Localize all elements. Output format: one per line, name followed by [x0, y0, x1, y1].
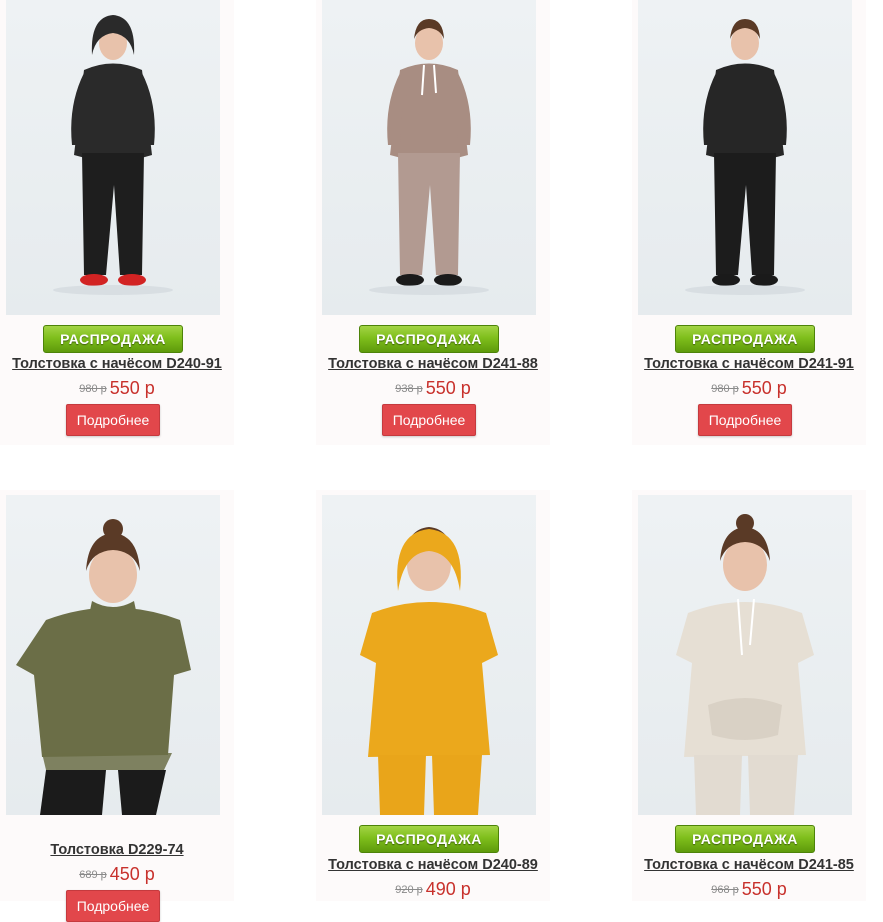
current-price: 490 р	[425, 879, 471, 899]
price-block: 689 р 450 р	[0, 864, 234, 885]
product-photo[interactable]	[6, 495, 220, 815]
old-price: 980 р	[711, 383, 739, 395]
details-button[interactable]: Подробнее	[66, 890, 160, 922]
product-photo[interactable]	[322, 495, 536, 815]
product-image	[6, 495, 220, 815]
product-image	[6, 0, 220, 315]
details-button[interactable]: Подробнее	[698, 404, 792, 436]
current-price: 550 р	[741, 879, 787, 899]
product-card: РАСПРОДАЖА Толстовка с начёсом D241-91 9…	[632, 0, 866, 445]
product-image	[638, 0, 852, 315]
current-price: 450 р	[109, 864, 155, 884]
details-button[interactable]: Подробнее	[382, 404, 476, 436]
old-price: 938 р	[395, 383, 423, 395]
product-card: РАСПРОДАЖА Толстовка с начёсом D241-85 9…	[632, 490, 866, 901]
current-price: 550 р	[109, 378, 155, 398]
product-photo[interactable]	[638, 495, 852, 815]
sale-badge: РАСПРОДАЖА	[359, 325, 499, 353]
product-photo[interactable]	[638, 0, 852, 315]
product-title-link[interactable]: Толстовка с начёсом D240-89	[316, 857, 550, 873]
sale-badge: РАСПРОДАЖА	[675, 825, 815, 853]
product-title-link[interactable]: Толстовка с начёсом D241-88	[316, 356, 550, 372]
product-card: РАСПРОДАЖА Толстовка с начёсом D241-88 9…	[316, 0, 550, 445]
product-photo[interactable]	[322, 0, 536, 315]
product-card: РАСПРОДАЖА Толстовка с начёсом D240-91 9…	[0, 0, 234, 445]
product-image	[322, 0, 536, 315]
price-block: 938 р 550 р	[316, 378, 550, 399]
old-price: 689 р	[79, 869, 107, 881]
product-photo[interactable]	[6, 0, 220, 315]
sale-badge: РАСПРОДАЖА	[43, 325, 183, 353]
price-block: 920 р 490 р	[316, 879, 550, 900]
product-title-link[interactable]: Толстовка с начёсом D241-85	[632, 857, 866, 873]
current-price: 550 р	[425, 378, 471, 398]
price-block: 980 р 550 р	[0, 378, 234, 399]
old-price: 920 р	[395, 884, 423, 896]
product-title-link[interactable]: Толстовка D229-74	[0, 842, 234, 858]
current-price: 550 р	[741, 378, 787, 398]
product-image	[322, 495, 536, 815]
product-title-link[interactable]: Толстовка с начёсом D240-91	[0, 356, 234, 372]
product-title-link[interactable]: Толстовка с начёсом D241-91	[632, 356, 866, 372]
product-card: Толстовка D229-74 689 р 450 р Подробнее	[0, 490, 234, 922]
sale-badge: РАСПРОДАЖА	[675, 325, 815, 353]
product-image	[638, 495, 852, 815]
price-block: 968 р 550 р	[632, 879, 866, 900]
details-button[interactable]: Подробнее	[66, 404, 160, 436]
price-block: 980 р 550 р	[632, 378, 866, 399]
old-price: 968 р	[711, 884, 739, 896]
product-card: РАСПРОДАЖА Толстовка с начёсом D240-89 9…	[316, 490, 550, 901]
sale-badge: РАСПРОДАЖА	[359, 825, 499, 853]
old-price: 980 р	[79, 383, 107, 395]
